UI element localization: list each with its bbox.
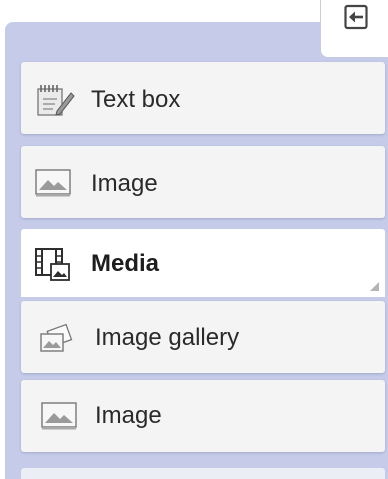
resize-grip-icon[interactable] (370, 282, 379, 291)
widget-item-label: Image gallery (95, 324, 240, 351)
media-film-icon (35, 248, 70, 281)
notepad-pencil-icon (37, 85, 75, 116)
image-gallery-icon (40, 323, 73, 352)
widget-item-image[interactable]: Image (21, 146, 385, 218)
widget-section-label: Media (91, 250, 160, 277)
image-icon (41, 402, 77, 430)
image-icon (35, 169, 71, 197)
widget-item-text-box[interactable]: Text box (21, 62, 385, 134)
collapse-panel-icon (344, 4, 368, 30)
widget-item-label: Image (91, 170, 158, 197)
widget-item-partial (21, 468, 385, 479)
collapse-panel-button[interactable] (320, 0, 388, 58)
widget-item-image[interactable]: Image (21, 380, 385, 452)
widget-item-label: Text box (91, 86, 181, 113)
widget-item-image-gallery[interactable]: Image gallery (21, 301, 385, 373)
widget-item-label: Image (95, 402, 162, 429)
widget-section-media[interactable]: Media (21, 229, 385, 297)
